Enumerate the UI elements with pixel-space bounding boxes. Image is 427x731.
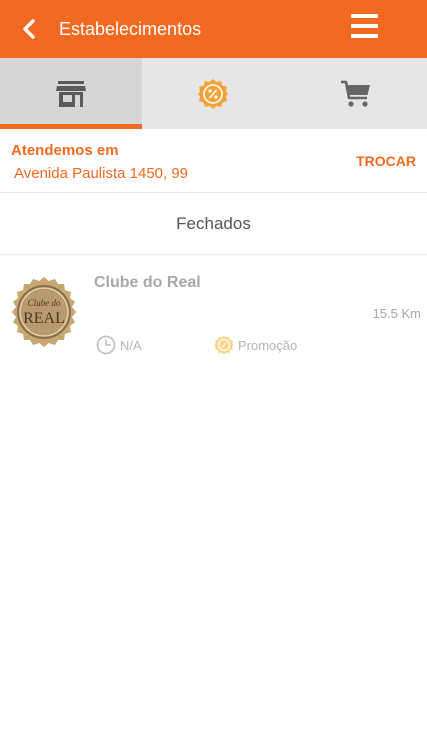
svg-text:Clube do: Clube do (28, 298, 61, 308)
location-label: Atendemos em (11, 142, 119, 159)
store-promo-label: Promoção (238, 337, 298, 353)
tab-stores[interactable] (0, 58, 143, 129)
change-location-button[interactable]: TROCAR (356, 153, 416, 169)
tab-promotions[interactable] (142, 58, 284, 129)
app-header: Estabelecimentos (0, 0, 427, 58)
tab-cart[interactable] (285, 58, 427, 129)
store-name: Clube do Real (94, 274, 201, 291)
location-address: Avenida Paulista 1450, 99 (14, 165, 189, 182)
section-title: Fechados (176, 214, 251, 233)
svg-text:REAL: REAL (23, 310, 65, 327)
store-distance: 15.5 Km (372, 306, 421, 321)
clock-icon (96, 335, 116, 355)
page-title: Estabelecimentos (59, 19, 202, 39)
store-logo: Clube do REAL (12, 277, 76, 347)
store-promo: Promoção (214, 335, 297, 355)
app-screen: Estabelecimentos Atendemos em Avenida Pa… (0, 0, 427, 731)
discount-badge-icon (214, 335, 234, 355)
location-panel: Atendemos em Avenida Paulista 1450, 99 T… (0, 129, 427, 193)
store-hours-value: N/A (120, 337, 142, 353)
cart-icon (340, 80, 370, 107)
tab-bar (0, 58, 427, 129)
discount-badge-icon (198, 78, 229, 109)
store-icon (56, 80, 87, 107)
menu-button[interactable] (351, 14, 381, 42)
chevron-left-icon (23, 19, 35, 39)
store-hours: N/A (96, 335, 142, 355)
section-header: Fechados (0, 194, 427, 255)
back-button[interactable] (16, 16, 42, 42)
hamburger-menu-icon (351, 14, 378, 18)
store-list-item[interactable]: Clube do REAL Clube do Real 15.5 Km N/A … (0, 256, 427, 366)
